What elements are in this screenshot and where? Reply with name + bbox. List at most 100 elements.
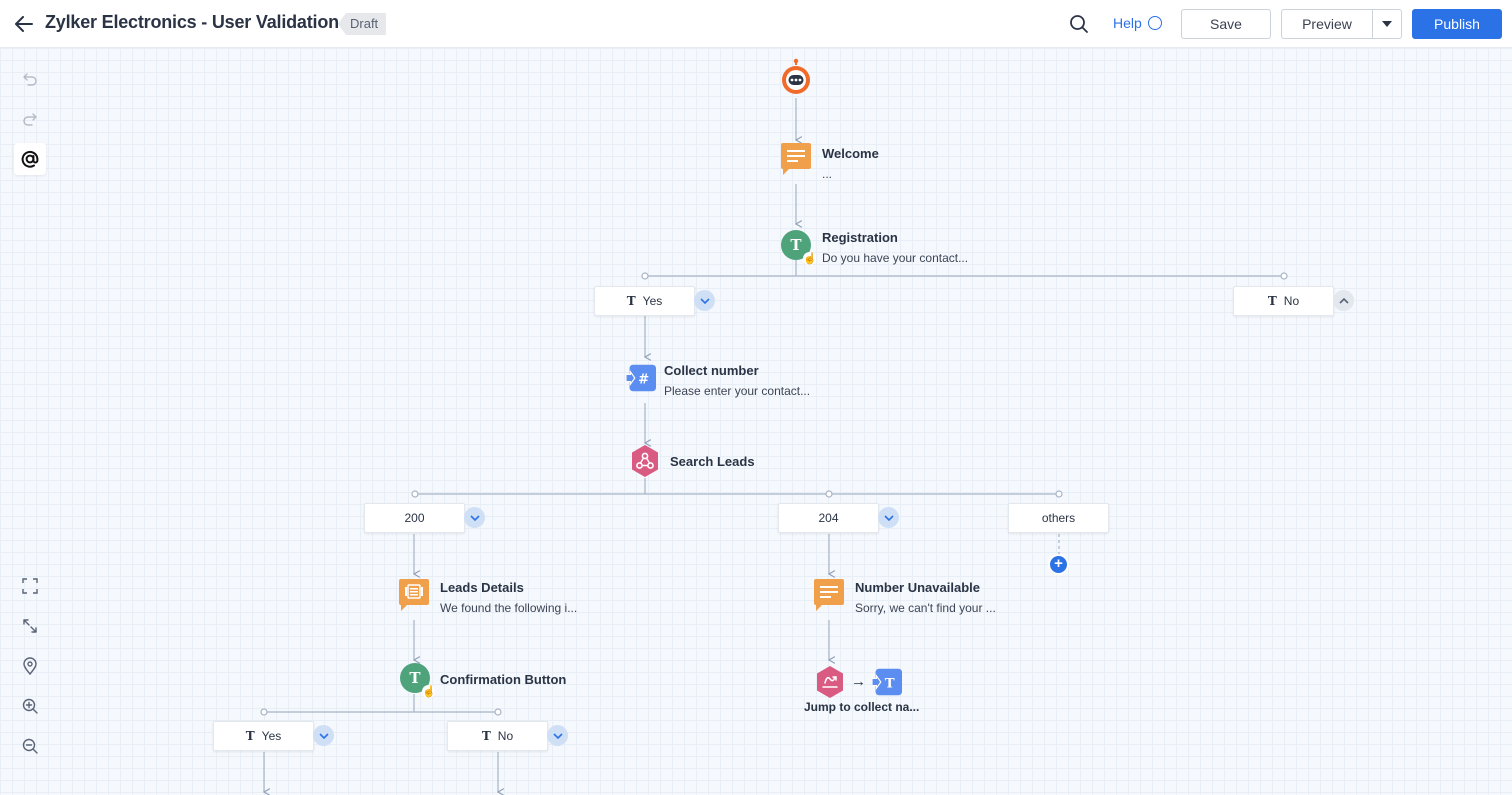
number-glyph: # xyxy=(638,372,649,387)
leads-details-node[interactable]: Leads Details We found the following i..… xyxy=(399,579,578,615)
option-204[interactable]: 204 xyxy=(778,503,879,533)
expand-option-toggle[interactable] xyxy=(313,725,334,746)
text-glyph: T xyxy=(885,676,895,691)
expand-icon xyxy=(23,619,37,633)
page-title: Zylker Electronics - User Validation xyxy=(45,12,339,32)
add-node-button[interactable]: + xyxy=(1050,556,1067,573)
expand-option-toggle[interactable] xyxy=(464,507,485,528)
node-subtitle: ... xyxy=(822,167,833,181)
node-title: Number Unavailable xyxy=(855,580,980,595)
caret-down-icon xyxy=(1382,21,1392,27)
locate-button[interactable] xyxy=(14,650,46,682)
arrow-icon: → xyxy=(851,673,866,690)
option-label: No xyxy=(1283,294,1300,308)
registration-node[interactable]: T ☝ Registration Do you have your contac… xyxy=(781,230,968,265)
node-subtitle: Sorry, we can't find your ... xyxy=(855,601,996,615)
option-confirm-no[interactable]: T No xyxy=(447,721,548,751)
text-type-icon: T xyxy=(245,729,255,743)
collapse-option-toggle[interactable] xyxy=(1333,290,1354,311)
bot-start-node[interactable] xyxy=(780,58,812,96)
chevron-down-icon xyxy=(883,514,894,521)
node-subtitle: Do you have your contact... xyxy=(822,251,969,265)
expand-option-toggle[interactable] xyxy=(694,290,715,311)
fit-screen-button[interactable] xyxy=(14,570,46,602)
message-icon xyxy=(814,579,844,611)
at-sign-icon xyxy=(21,150,39,168)
bot-icon xyxy=(782,58,810,94)
option-200[interactable]: 200 xyxy=(364,503,465,533)
chevron-down-icon xyxy=(552,732,563,739)
number-input-icon: # xyxy=(626,363,656,393)
chevron-down-icon xyxy=(318,732,329,739)
fit-screen-icon xyxy=(22,578,38,594)
location-pin-icon xyxy=(23,657,37,675)
redo-button[interactable] xyxy=(14,103,46,135)
number-unavailable-node[interactable]: Number Unavailable Sorry, we can't find … xyxy=(814,579,996,615)
flow-canvas[interactable]: Welcome ... T ☝ Registration Do you have… xyxy=(0,48,1512,795)
webhook-icon xyxy=(630,445,660,477)
option-label: No xyxy=(497,729,514,743)
text-glyph: T xyxy=(790,236,802,254)
node-title: Leads Details xyxy=(440,580,524,595)
expand-button[interactable] xyxy=(14,610,46,642)
option-others[interactable]: others xyxy=(1008,503,1109,533)
preview-dropdown-button[interactable] xyxy=(1372,9,1402,39)
top-header: Zylker Electronics - User Validation Dra… xyxy=(0,0,1512,48)
preview-button[interactable]: Preview xyxy=(1281,9,1373,39)
save-button[interactable]: Save xyxy=(1181,9,1271,39)
chevron-down-icon xyxy=(699,297,710,304)
text-type-icon: T xyxy=(1267,294,1277,308)
welcome-node[interactable]: Welcome ... xyxy=(781,143,879,181)
jump-action-icon xyxy=(815,666,845,698)
option-label: 204 xyxy=(818,511,839,525)
undo-icon xyxy=(23,73,37,86)
option-label: others xyxy=(1041,511,1076,525)
status-badge: Draft xyxy=(338,13,387,35)
undo-button[interactable] xyxy=(14,63,46,95)
text-input-icon: T ☝ xyxy=(781,230,817,265)
text-type-icon: T xyxy=(626,294,636,308)
chevron-up-icon xyxy=(1338,297,1349,304)
help-link[interactable]: Help xyxy=(1113,15,1162,31)
text-glyph: T xyxy=(409,669,421,687)
zoom-in-icon xyxy=(22,698,38,714)
node-subtitle: Please enter your contact... xyxy=(664,384,811,398)
message-icon xyxy=(781,143,811,175)
confirmation-button-node[interactable]: T ☝ Confirmation Button xyxy=(400,663,567,698)
flow-connectors xyxy=(260,98,1288,795)
option-label: Yes xyxy=(642,294,663,308)
card-message-icon xyxy=(399,579,429,611)
mention-button[interactable] xyxy=(14,143,46,175)
option-no[interactable]: T No xyxy=(1233,286,1334,316)
node-title: Collect number xyxy=(664,363,759,378)
node-subtitle: We found the following i... xyxy=(440,601,578,615)
zoom-out-icon xyxy=(22,738,38,754)
search-icon[interactable] xyxy=(1067,12,1091,36)
node-title: Registration xyxy=(822,230,898,245)
text-type-icon: T xyxy=(481,729,491,743)
collect-number-node[interactable]: # Collect number Please enter your conta… xyxy=(626,363,810,398)
text-input-target-icon: T xyxy=(872,667,902,697)
publish-button[interactable]: Publish xyxy=(1412,9,1502,39)
jump-node[interactable]: → T xyxy=(815,666,902,698)
chevron-down-icon xyxy=(469,514,480,521)
back-arrow-icon[interactable] xyxy=(12,12,36,36)
expand-option-toggle[interactable] xyxy=(547,725,568,746)
expand-option-toggle[interactable] xyxy=(878,507,899,528)
option-yes[interactable]: T Yes xyxy=(594,286,695,316)
option-label: Yes xyxy=(261,729,282,743)
zoom-out-button[interactable] xyxy=(14,730,46,762)
help-label: Help xyxy=(1113,15,1142,31)
option-confirm-yes[interactable]: T Yes xyxy=(213,721,314,751)
zoom-in-button[interactable] xyxy=(14,690,46,722)
node-title: Confirmation Button xyxy=(440,672,567,687)
redo-icon xyxy=(23,113,37,126)
node-title: Welcome xyxy=(822,146,879,161)
pointer-hand-icon: ☝ xyxy=(422,685,436,698)
node-title: Search Leads xyxy=(670,454,755,469)
jump-node-label: Jump to collect na... xyxy=(804,700,920,714)
help-circle-icon xyxy=(1147,16,1162,30)
option-label: 200 xyxy=(404,511,425,525)
search-leads-node[interactable]: Search Leads xyxy=(630,445,755,477)
pointer-hand-icon: ☝ xyxy=(803,252,817,265)
